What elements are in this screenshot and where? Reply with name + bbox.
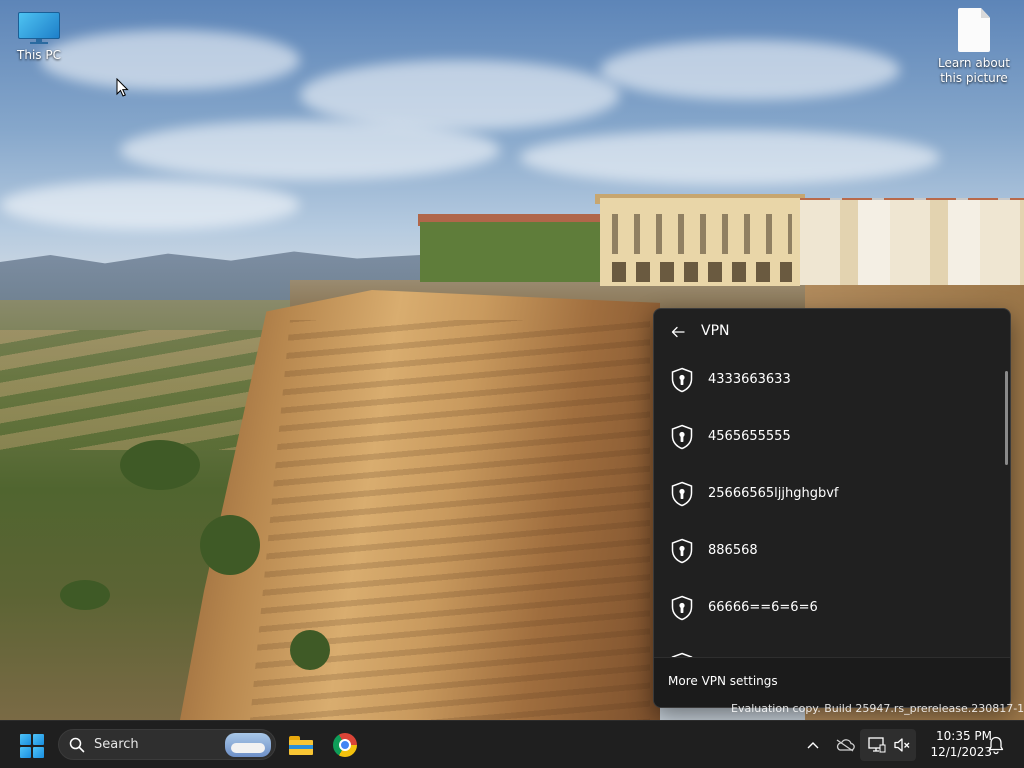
flyout-header: VPN xyxy=(654,309,1010,355)
this-pc-icon xyxy=(18,12,60,44)
vpn-shield-icon xyxy=(671,367,693,392)
desktop-icon-label: This PC xyxy=(17,48,61,62)
vpn-shield-icon xyxy=(671,595,693,620)
chrome-icon xyxy=(333,733,357,757)
flyout-title: VPN xyxy=(701,323,730,339)
taskbar-chrome[interactable] xyxy=(329,729,361,761)
onedrive-tray-button[interactable] xyxy=(832,731,858,759)
vpn-connection-name: 4565655555 xyxy=(708,429,791,444)
vpn-connection-name: 66666==6=6=6 xyxy=(708,600,818,615)
vpn-flyout: VPN 4333663633 4565655555 25666565ljjhgh… xyxy=(653,308,1011,708)
vpn-connection-name: 886568 xyxy=(708,543,758,558)
taskbar-file-explorer[interactable] xyxy=(285,729,317,761)
flyout-footer: More VPN settings xyxy=(654,657,1010,707)
vpn-connection-list[interactable]: 4333663633 4565655555 25666565ljjhghgbvf… xyxy=(654,351,1010,659)
taskbar: Search 10:35 PM 12/1/2023 xyxy=(0,720,1024,768)
desktop-icon-label: Learn about this picture xyxy=(938,56,1010,85)
vpn-connection-item[interactable]: 25666565ljjhghgbvf xyxy=(654,465,1010,522)
arrow-left-icon xyxy=(671,326,685,338)
volume-muted-icon xyxy=(894,738,910,752)
network-tray-button[interactable] xyxy=(864,731,890,759)
vpn-connection-item[interactable]: 886568 xyxy=(654,522,1010,579)
desktop-icon-learn-about-picture[interactable]: Learn about this picture xyxy=(938,8,1010,86)
more-vpn-settings-link[interactable]: More VPN settings xyxy=(668,674,778,688)
chevron-up-icon xyxy=(807,742,819,749)
mouse-cursor-icon xyxy=(116,78,129,97)
search-box[interactable]: Search xyxy=(58,729,276,760)
vpn-connection-name: 25666565ljjhghgbvf xyxy=(708,486,839,501)
onedrive-icon xyxy=(836,739,855,752)
clock-time: 10:35 PM xyxy=(936,729,992,743)
vpn-connection-item[interactable]: 4333663633 xyxy=(654,351,1010,408)
vpn-shield-icon xyxy=(671,481,693,506)
clock-date: 12/1/2023 xyxy=(930,745,992,759)
search-icon xyxy=(69,737,85,753)
file-explorer-icon xyxy=(289,735,313,755)
vpn-shield-icon xyxy=(671,538,693,563)
desktop-icon-this-pc[interactable]: This PC xyxy=(3,12,75,63)
document-icon xyxy=(958,8,990,52)
start-button[interactable] xyxy=(20,734,44,758)
search-highlight-icon xyxy=(225,733,271,757)
bell-icon[interactable] xyxy=(986,735,1006,755)
evaluation-watermark: Evaluation copy. Build 25947.rs_prerelea… xyxy=(731,702,1024,715)
taskbar-clock[interactable]: 10:35 PM 12/1/2023 xyxy=(918,728,992,760)
vpn-connection-item[interactable]: 4565655555 xyxy=(654,408,1010,465)
back-button[interactable] xyxy=(664,319,692,345)
vpn-list-scrollbar[interactable] xyxy=(1005,371,1008,465)
volume-tray-button[interactable] xyxy=(889,731,915,759)
vpn-shield-icon xyxy=(671,424,693,449)
search-label: Search xyxy=(94,737,139,752)
vpn-connection-item[interactable]: 66666==6=6=6 xyxy=(654,579,1010,636)
show-hidden-icons-button[interactable] xyxy=(800,731,826,759)
vpn-connection-name: 4333663633 xyxy=(708,372,791,387)
network-icon xyxy=(868,737,886,753)
vpn-connection-item[interactable]: 6666666666 xyxy=(654,636,1010,659)
